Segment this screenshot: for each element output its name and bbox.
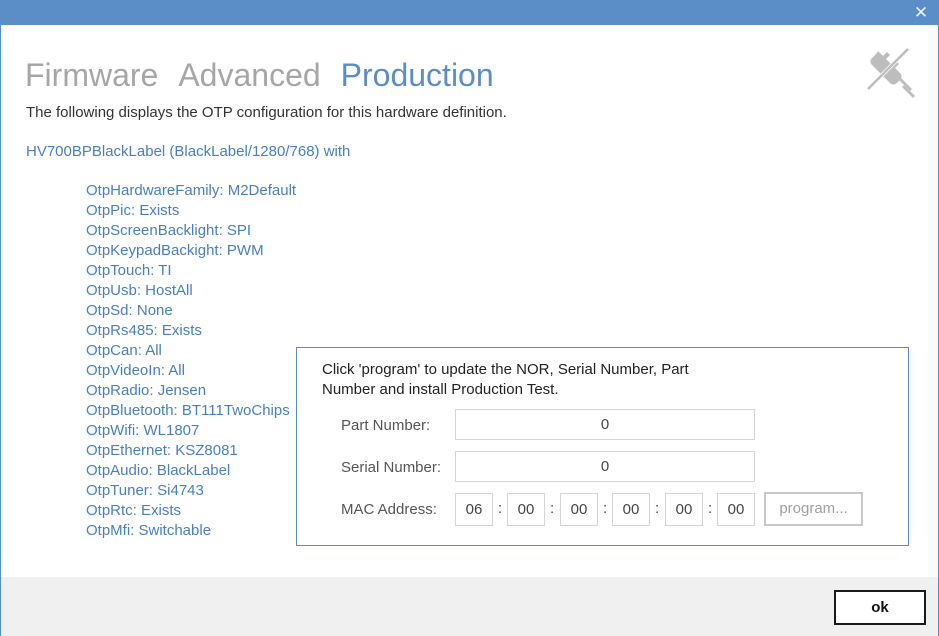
otp-entry: OtpUsb: HostAll (86, 282, 193, 299)
mac-octet-2[interactable] (507, 493, 545, 526)
otp-entry: OtpHardwareFamily: M2Default (86, 182, 297, 199)
otp-entry: OtpCan: All (86, 342, 162, 359)
part-number-label: Part Number: (341, 417, 431, 434)
title-bar[interactable]: ✕ (1, 1, 938, 25)
mac-octet-1[interactable] (455, 493, 493, 526)
program-button[interactable]: program... (764, 492, 863, 526)
dialog-footer: ok (1, 577, 938, 636)
otp-entry: OtpKeypadBackight: PWM (86, 242, 264, 259)
otp-entry: OtpSd: None (86, 302, 173, 319)
mac-address-label: MAC Address: (341, 501, 437, 518)
mac-separator: : (550, 500, 555, 517)
mac-octet-6[interactable] (717, 493, 755, 526)
tab-advanced[interactable]: Advanced (178, 53, 320, 97)
otp-dialog-window: ✕ Firmware Advanced Production The followi… (0, 0, 939, 636)
otp-entry: OtpWifi: WL1807 (86, 422, 200, 439)
otp-entry: OtpVideoIn: All (86, 362, 185, 379)
otp-entry: OtpTuner: Si4743 (86, 482, 204, 499)
mac-octet-4[interactable] (612, 493, 650, 526)
tab-strip: Firmware Advanced Production (25, 53, 514, 97)
mac-separator: : (603, 500, 608, 517)
otp-entry: OtpTouch: TI (86, 262, 172, 279)
hardware-definition-text: HV700BPBlackLabel (BlackLabel/1280/768) … (26, 143, 351, 160)
otp-config-list: OtpHardwareFamily: M2Default OtpPic: Exi… (86, 181, 296, 541)
production-instructions: Click 'program' to update the NOR, Seria… (322, 361, 689, 398)
otp-entry: OtpRs485: Exists (86, 322, 202, 339)
mac-separator: : (655, 500, 660, 517)
production-panel: Click 'program' to update the NOR, Seria… (296, 347, 909, 546)
serial-number-label: Serial Number: (341, 459, 442, 476)
ok-button[interactable]: ok (834, 590, 926, 625)
mac-separator: : (708, 500, 713, 517)
otp-entry: OtpBluetooth: BT111TwoChips (86, 402, 290, 419)
otp-entry: OtpPic: Exists (86, 202, 180, 219)
tab-production[interactable]: Production (341, 53, 494, 97)
otp-entry: OtpRadio: Jensen (86, 382, 207, 399)
mac-octet-3[interactable] (560, 493, 598, 526)
part-number-input[interactable] (455, 409, 755, 440)
tab-firmware[interactable]: Firmware (25, 53, 158, 97)
mac-octet-5[interactable] (665, 493, 703, 526)
otp-entry: OtpRtc: Exists (86, 502, 182, 519)
plug-disconnected-icon (867, 48, 915, 98)
description-text: The following displays the OTP configura… (26, 104, 507, 121)
otp-entry: OtpScreenBacklight: SPI (86, 222, 252, 239)
otp-entry: OtpMfi: Switchable (86, 522, 212, 539)
close-button[interactable]: ✕ (910, 2, 932, 24)
serial-number-input[interactable] (455, 451, 755, 482)
otp-entry: OtpEthernet: KSZ8081 (86, 442, 238, 459)
otp-entry: OtpAudio: BlackLabel (86, 462, 231, 479)
mac-separator: : (498, 500, 503, 517)
